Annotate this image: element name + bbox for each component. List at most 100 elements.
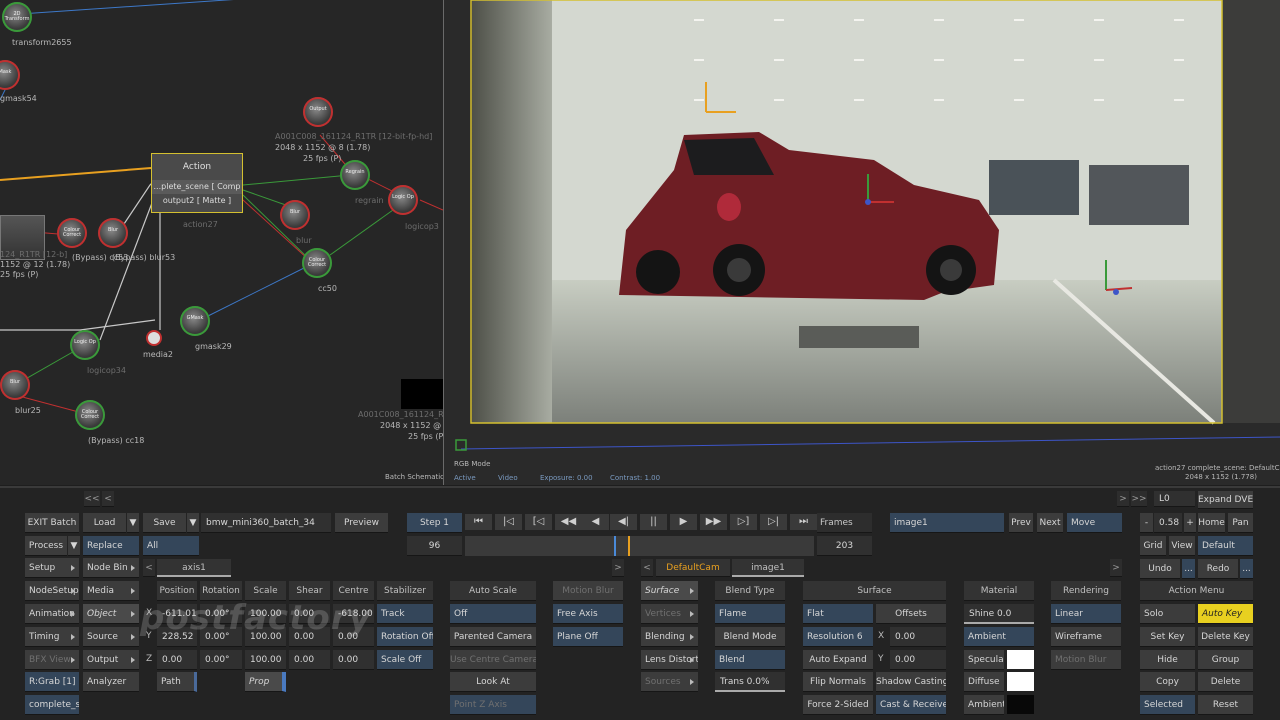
copy-button[interactable]: Copy <box>1140 672 1195 692</box>
cc-left-node[interactable]: Colour Correct <box>57 218 87 248</box>
replace-button[interactable]: Replace <box>83 536 139 556</box>
blur-left-node[interactable]: Blur <box>98 218 128 248</box>
axis-tab-right-arrow[interactable]: > <box>612 559 624 577</box>
end-frame-field[interactable]: 203 <box>817 536 872 556</box>
specular-swatch[interactable] <box>1007 650 1034 669</box>
rotation-off-button[interactable]: Rotation Off <box>377 627 433 647</box>
l0-field[interactable]: L0 <box>1154 491 1195 507</box>
trans-field[interactable]: Trans 0.0% <box>715 672 785 692</box>
animation-menu[interactable]: Animation <box>25 604 79 624</box>
action-node[interactable]: Action ...plete_scene [ Comp output2 [ M… <box>151 153 243 213</box>
batch-name-field[interactable]: bmw_mini360_batch_34 <box>201 513 331 533</box>
exit-batch-button[interactable]: EXIT Batch <box>25 513 79 533</box>
default-cam-tab[interactable]: DefaultCam <box>656 559 730 577</box>
save-dropdown[interactable]: ▼ <box>187 513 199 533</box>
timing-menu[interactable]: Timing <box>25 627 79 647</box>
force-2-sided-button[interactable]: Force 2-Sided <box>803 695 873 715</box>
home-button[interactable]: Home <box>1198 513 1225 533</box>
action-menu-header[interactable]: Action Menu <box>1140 581 1253 601</box>
image-field[interactable]: image1 <box>890 513 1004 533</box>
parented-camera-button[interactable]: Parented Camera <box>450 627 536 647</box>
blur-mid-node[interactable]: Blur <box>280 200 310 230</box>
goto-start-icon[interactable]: ⏮ <box>465 514 492 530</box>
node-bin-menu[interactable]: Node Bin <box>83 558 139 578</box>
step-button[interactable]: Step 1 <box>407 513 462 533</box>
image1-tab[interactable]: image1 <box>732 559 804 577</box>
shuttle-forward-icon[interactable]: ▶▶ <box>700 514 727 530</box>
all-button[interactable]: All <box>143 536 199 556</box>
transform-node[interactable]: 2D Transform <box>2 2 32 32</box>
output-node[interactable]: Output <box>303 97 333 127</box>
axis-tab[interactable]: axis1 <box>157 559 231 577</box>
redo-button[interactable]: Redo <box>1198 559 1238 579</box>
offset-y-field[interactable]: 0.00 <box>890 650 946 670</box>
logicop34-node[interactable]: Logic Op <box>70 330 100 360</box>
process-dropdown[interactable]: ▼ <box>68 536 80 556</box>
clip-bottom-thumbnail[interactable] <box>401 379 443 409</box>
rotation-z-field[interactable]: 0.00° <box>200 650 242 670</box>
lens-distort-menu[interactable]: Lens Distort <box>641 650 698 670</box>
surface-tab-right-arrow[interactable]: > <box>1110 559 1122 577</box>
scroll-right-button[interactable]: > <box>1117 491 1129 507</box>
analyzer-button[interactable]: Analyzer <box>83 672 139 692</box>
expand-dve-button[interactable]: Expand DVE <box>1198 491 1253 509</box>
auto-expand-button[interactable]: Auto Expand <box>803 650 873 670</box>
regrain-node[interactable]: Regrain <box>340 160 370 190</box>
logicop-right-node[interactable]: Logic Op <box>388 185 418 215</box>
step-back-icon[interactable]: ◀ <box>582 514 609 530</box>
blending-menu[interactable]: Blending <box>641 627 698 647</box>
surface-menu[interactable]: Surface <box>641 581 698 601</box>
ambient-mode-button[interactable]: Ambient <box>964 627 1034 647</box>
cc-mid-node[interactable]: Colour Correct <box>302 248 332 278</box>
default-button[interactable]: Default <box>1198 536 1253 556</box>
motion-blur-render-button[interactable]: Motion Blur <box>1051 650 1121 670</box>
centre-z-field[interactable]: 0.00 <box>333 650 374 670</box>
selected-button[interactable]: Selected <box>1140 695 1195 715</box>
plane-off-button[interactable]: Plane Off <box>553 627 623 647</box>
shine-field[interactable]: Shine 0.0 <box>964 604 1034 624</box>
rewind-icon[interactable]: ◀| <box>610 514 637 530</box>
timeline-in-marker[interactable] <box>614 536 616 556</box>
nodesetup-menu[interactable]: NodeSetup <box>25 581 79 601</box>
timeline-bar[interactable] <box>465 536 814 556</box>
next-frame-key-icon[interactable]: ▷] <box>730 514 757 530</box>
surface-tab-left-arrow[interactable]: < <box>641 559 653 577</box>
axis-tab-left-arrow[interactable]: < <box>143 559 155 577</box>
grid-button[interactable]: Grid <box>1140 536 1166 556</box>
ambient-swatch[interactable] <box>1007 695 1034 714</box>
prev-button[interactable]: Prev <box>1009 513 1033 533</box>
scale-z-field[interactable]: 100.00 <box>245 650 286 670</box>
group-button[interactable]: Group <box>1198 650 1253 670</box>
process-button[interactable]: Process <box>25 536 67 556</box>
auto-scale-off-button[interactable]: Off <box>450 604 536 624</box>
reset-button[interactable]: Reset <box>1198 695 1253 715</box>
action-viewer[interactable]: RGB Mode Active Video Exposure: 0.00 Con… <box>443 0 1280 485</box>
diffuse-swatch[interactable] <box>1007 672 1034 691</box>
solo-button[interactable]: Solo <box>1140 604 1195 624</box>
hide-button[interactable]: Hide <box>1140 650 1195 670</box>
view-button[interactable]: View <box>1169 536 1195 556</box>
batch-schematic[interactable]: 2D Transform transform2655 Mask gmask54 … <box>0 0 443 485</box>
use-centre-camera-button[interactable]: Use Centre Camera <box>450 650 536 670</box>
shear-z-field[interactable]: 0.00 <box>289 650 330 670</box>
free-axis-button[interactable]: Free Axis <box>553 604 623 624</box>
move-button[interactable]: Move <box>1067 513 1122 533</box>
track-button[interactable]: Track <box>377 604 433 624</box>
vertices-menu[interactable]: Vertices <box>641 604 698 624</box>
zoom-plus-button[interactable]: + <box>1184 513 1196 533</box>
delete-button[interactable]: Delete <box>1198 672 1253 692</box>
current-frame-field[interactable]: 96 <box>407 536 462 556</box>
blur25-node[interactable]: Blur <box>0 370 30 400</box>
play-icon[interactable]: ▶ <box>670 514 697 530</box>
timeline-playhead[interactable] <box>628 536 630 556</box>
motion-blur-button[interactable]: Motion Blur <box>553 581 623 601</box>
undo-button[interactable]: Undo <box>1140 559 1180 579</box>
auto-key-button[interactable]: Auto Key <box>1198 604 1253 624</box>
wireframe-button[interactable]: Wireframe <box>1051 627 1121 647</box>
preview-button[interactable]: Preview <box>335 513 388 533</box>
flat-button[interactable]: Flat <box>803 604 873 624</box>
position-z-field[interactable]: 0.00 <box>157 650 197 670</box>
zoom-field[interactable]: 0.58 <box>1154 513 1182 533</box>
load-button[interactable]: Load <box>83 513 126 533</box>
load-dropdown[interactable]: ▼ <box>127 513 139 533</box>
